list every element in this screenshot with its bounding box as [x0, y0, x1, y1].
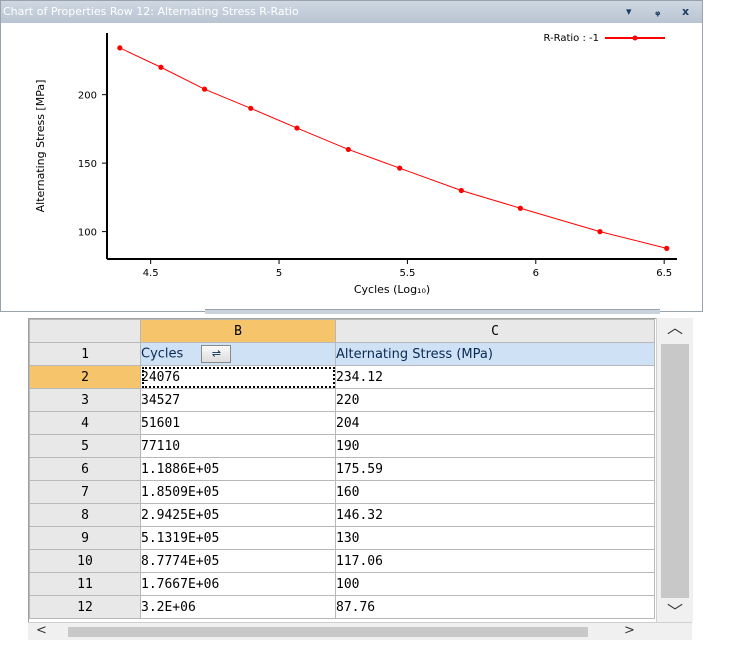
legend: R-Ratio : -1 [543, 33, 665, 44]
table-row: 6 1.1886E+05 175.59 [29, 457, 655, 481]
close-icon[interactable]: x [682, 4, 689, 20]
stress-cell[interactable]: 130 [335, 526, 655, 550]
stress-cell[interactable]: 204 [335, 411, 655, 435]
cycles-cell[interactable]: 2.9425E+05 [140, 503, 336, 527]
scroll-right-icon[interactable]: > [624, 623, 635, 639]
legend-entry-label: R-Ratio : -1 [543, 33, 599, 44]
table-row: 7 1.8509E+05 160 [29, 480, 655, 504]
cycles-cell[interactable]: 3.2E+06 [140, 595, 336, 619]
data-point [158, 64, 164, 70]
cycles-cell[interactable]: 77110 [140, 434, 336, 458]
data-point [248, 105, 254, 111]
table-row: 10 8.7774E+05 117.06 [29, 549, 655, 573]
table-row: 5 77110 190 [29, 434, 655, 458]
column-header-b[interactable]: B [140, 319, 336, 343]
sort-icon[interactable]: ⇌ [201, 345, 232, 363]
column-header-c[interactable]: C [335, 319, 655, 343]
table-row: 12 3.2E+06 87.76 [29, 595, 655, 619]
cycles-cell[interactable]: 34527 [140, 388, 336, 412]
x-tick-label: 6.5 [656, 268, 672, 279]
stress-cell[interactable]: 175.59 [335, 457, 655, 481]
cycles-cell[interactable]: 1.8509E+05 [140, 480, 336, 504]
row-header[interactable]: 2 [29, 365, 141, 389]
chart-titlebar: Chart of Properties Row 12: Alternating … [1, 1, 702, 23]
row-header[interactable]: 5 [29, 434, 141, 458]
row-header[interactable]: 9 [29, 526, 141, 550]
row-header[interactable]: 4 [29, 411, 141, 435]
stress-cell[interactable]: 117.06 [335, 549, 655, 573]
table-row: 1 Cycles ⇌ Alternating Stress (MPa) [29, 342, 655, 366]
vertical-scrollbar[interactable]: ︿ ﹀ [656, 318, 693, 622]
scroll-up-icon[interactable]: ︿ [667, 320, 683, 336]
cycles-cell[interactable]: 8.7774E+05 [140, 549, 336, 573]
row-header[interactable]: 6 [29, 457, 141, 481]
data-point [517, 205, 523, 211]
stress-cell[interactable]: 100 [335, 572, 655, 596]
x-tick-label: 6 [533, 268, 539, 279]
scroll-left-icon[interactable]: < [36, 623, 47, 639]
data-point [345, 146, 351, 153]
x-tick-label: 5 [276, 268, 282, 279]
table-row: 4 51601 204 [29, 411, 655, 435]
table-row: 8 2.9425E+05 146.32 [29, 503, 655, 527]
table-row: 11 1.7667E+06 100 [29, 572, 655, 596]
x-tick-label: 4.5 [143, 268, 159, 279]
row-header[interactable]: 8 [29, 503, 141, 527]
cycles-cell[interactable]: 24076 [140, 365, 336, 389]
row-header[interactable]: 10 [29, 549, 141, 573]
stress-cell[interactable]: 146.32 [335, 503, 655, 527]
cycles-header-cell[interactable]: Cycles ⇌ [140, 342, 336, 366]
horizontal-scroll-thumb[interactable] [68, 627, 588, 637]
data-point [201, 86, 208, 92]
series-line [119, 47, 667, 249]
row-header[interactable]: 12 [29, 595, 141, 619]
data-point [458, 187, 464, 194]
pin-icon[interactable]: ᵩ [655, 4, 660, 20]
stress-cell[interactable]: 220 [335, 388, 655, 412]
y-tick-label: 100 [78, 228, 97, 239]
y-tick-label: 150 [78, 159, 97, 170]
stress-cell[interactable]: 87.76 [335, 595, 655, 619]
corner-cell[interactable] [29, 319, 141, 343]
x-tick-label: 5.5 [399, 268, 415, 279]
cycles-cell[interactable]: 1.7667E+06 [140, 572, 336, 596]
data-point [664, 245, 670, 251]
horizontal-scrollbar[interactable]: < > [28, 622, 692, 640]
table-row: 9 5.1319E+05 130 [29, 526, 655, 550]
chart-title: Chart of Properties Row 12: Alternating … [3, 5, 299, 18]
stress-cell[interactable]: 160 [335, 480, 655, 504]
data-point [397, 165, 403, 171]
row-header[interactable]: 3 [29, 388, 141, 412]
stress-cell[interactable]: 190 [335, 434, 655, 458]
chart-panel: Chart of Properties Row 12: Alternating … [0, 0, 703, 312]
cycles-cell[interactable]: 5.1319E+05 [140, 526, 336, 550]
stress-header-cell[interactable]: Alternating Stress (MPa) [335, 342, 655, 366]
y-axis-label: Alternating Stress [MPa] [34, 80, 47, 213]
row-header[interactable]: 7 [29, 480, 141, 504]
row-header[interactable]: 1 [29, 342, 141, 366]
table-row: 2 24076 234.12 [29, 365, 655, 389]
column-header-row: B C [29, 319, 655, 343]
x-axis-label: Cycles (Log₁₀) [354, 283, 430, 296]
cycles-header-label: Cycles [141, 346, 184, 362]
grid-table: B C 1 Cycles ⇌ Alternating Stress (MPa) 2… [29, 319, 655, 619]
tab-strip [205, 309, 660, 314]
cycles-cell[interactable]: 51601 [140, 411, 336, 435]
data-point [294, 125, 300, 131]
legend-marker [632, 35, 638, 41]
vertical-scroll-thumb[interactable] [661, 344, 689, 598]
dropdown-icon[interactable]: ▾ [626, 4, 632, 20]
y-tick-label: 200 [78, 91, 97, 102]
row-header[interactable]: 11 [29, 572, 141, 596]
chart-svg: 4.5 5 5.5 6 6.5 100 150 200 Cycles (Log₁₀) Alt… [34, 33, 677, 296]
cycles-cell[interactable]: 1.1886E+05 [140, 457, 336, 481]
scroll-down-icon[interactable]: ﹀ [667, 604, 683, 620]
data-point [597, 229, 603, 235]
data-point [117, 45, 123, 51]
table-row: 3 34527 220 [29, 388, 655, 412]
stress-cell[interactable]: 234.12 [335, 365, 655, 389]
data-grid: B C 1 Cycles ⇌ Alternating Stress (MPa) 2… [28, 318, 692, 638]
